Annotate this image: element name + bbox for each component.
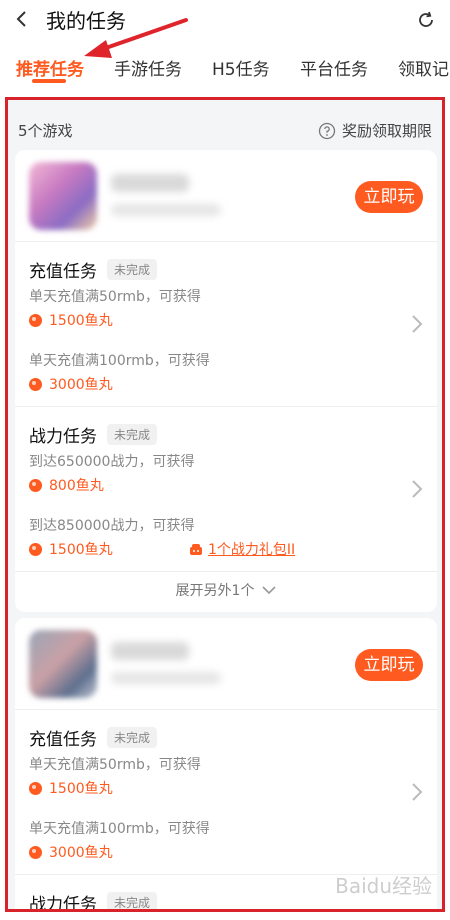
- game-name-blurred: [111, 642, 189, 660]
- task-requirement: 单天充值满100rmb，可获得: [29, 821, 210, 837]
- task-requirement: 到达850000战力，可获得: [29, 518, 195, 534]
- game-name-blurred: [111, 174, 189, 192]
- tab-claim-history[interactable]: 领取记: [398, 55, 449, 80]
- task-reward: 1500鱼丸: [29, 308, 423, 332]
- games-count: 5个游戏: [18, 122, 73, 140]
- task-power[interactable]: 战力任务 未完成: [15, 875, 437, 912]
- task-requirement: 单天充值满50rmb，可获得: [29, 289, 201, 305]
- task-requirement: 到达650000战力，可获得: [29, 454, 195, 470]
- task-reward: 1500鱼丸 1个战力礼包II: [29, 537, 423, 561]
- reward-amount: 1500鱼丸: [49, 313, 113, 329]
- game-header[interactable]: 立即玩: [15, 618, 437, 710]
- task-name: 战力任务: [29, 894, 97, 912]
- gift-pack-label: 1个战力礼包II: [208, 542, 296, 558]
- game-header[interactable]: 立即玩: [15, 150, 437, 242]
- coin-icon: [29, 781, 42, 795]
- chevron-right-icon: [412, 480, 423, 498]
- task-power[interactable]: 战力任务 未完成 到达650000战力，可获得 800鱼丸 到达850000战力…: [15, 407, 437, 572]
- active-tab-indicator: [32, 79, 66, 83]
- game-subtitle-blurred: [111, 672, 221, 684]
- task-status-badge: 未完成: [107, 891, 158, 909]
- chevron-right-icon: [412, 315, 423, 333]
- top-bar: 我的任务: [0, 0, 450, 40]
- task-requirement: 单天充值满50rmb，可获得: [29, 757, 201, 773]
- chevron-down-icon: [262, 586, 277, 595]
- task-recharge[interactable]: 充值任务 未完成 单天充值满50rmb，可获得 1500鱼丸 单天充值满100r…: [15, 710, 437, 875]
- tab-platform[interactable]: 平台任务: [300, 55, 368, 80]
- tab-recommended[interactable]: 推荐任务: [16, 55, 84, 80]
- play-now-button[interactable]: 立即玩: [355, 649, 423, 681]
- coin-icon: [29, 313, 42, 327]
- play-now-button[interactable]: 立即玩: [355, 181, 423, 213]
- question-circle-icon: [318, 122, 336, 139]
- reward-amount: 800鱼丸: [49, 478, 104, 494]
- task-status-badge: 未完成: [107, 726, 158, 748]
- task-list-panel: 5个游戏 奖励领取期限 立即玩 充值任务 未完成 单天充值满50rmb，可获得 …: [5, 97, 445, 912]
- chevron-right-icon: [412, 783, 423, 801]
- coin-icon: [29, 845, 42, 859]
- game-thumbnail: [29, 630, 97, 698]
- task-status-badge: 未完成: [107, 258, 158, 280]
- reward-amount: 1500鱼丸: [49, 781, 113, 797]
- expand-more-button[interactable]: 展开另外1个: [15, 572, 437, 612]
- refresh-icon[interactable]: [416, 10, 436, 30]
- task-name: 充值任务: [29, 261, 97, 282]
- reward-limit-label: 奖励领取期限: [341, 122, 432, 140]
- task-reward: 800鱼丸: [29, 473, 423, 497]
- task-status-badge: 未完成: [107, 423, 158, 445]
- reward-amount: 3000鱼丸: [49, 377, 113, 393]
- game-card: 立即玩 充值任务 未完成 单天充值满50rmb，可获得 1500鱼丸 单天充值满…: [15, 618, 437, 912]
- gift-icon: [190, 544, 202, 555]
- tab-mobile-games[interactable]: 手游任务: [114, 55, 182, 80]
- game-thumbnail: [29, 162, 97, 230]
- task-name: 充值任务: [29, 729, 97, 750]
- task-reward: 1500鱼丸: [29, 776, 423, 800]
- chevron-left-icon[interactable]: [14, 10, 32, 28]
- task-name: 战力任务: [29, 426, 97, 447]
- game-card: 立即玩 充值任务 未完成 单天充值满50rmb，可获得 1500鱼丸 单天充值满…: [15, 150, 437, 612]
- game-subtitle-blurred: [111, 204, 221, 216]
- coin-icon: [29, 478, 42, 492]
- task-recharge[interactable]: 充值任务 未完成 单天充值满50rmb，可获得 1500鱼丸 单天充值满100r…: [15, 242, 437, 407]
- task-tabs: 推荐任务 手游任务 H5任务 平台任务 领取记: [0, 44, 450, 88]
- task-requirement: 单天充值满100rmb，可获得: [29, 353, 210, 369]
- reward-limit-link[interactable]: 奖励领取期限: [318, 120, 432, 141]
- task-reward: 3000鱼丸: [29, 840, 423, 864]
- expand-label: 展开另外1个: [175, 583, 255, 599]
- reward-amount: 3000鱼丸: [49, 845, 113, 861]
- reward-amount: 1500鱼丸: [49, 542, 113, 558]
- coin-icon: [29, 542, 42, 556]
- page-title: 我的任务: [46, 9, 126, 33]
- task-reward: 3000鱼丸: [29, 372, 423, 396]
- gift-pack-link[interactable]: 1个战力礼包II: [189, 539, 295, 559]
- tab-h5[interactable]: H5任务: [212, 55, 270, 80]
- coin-icon: [29, 377, 42, 391]
